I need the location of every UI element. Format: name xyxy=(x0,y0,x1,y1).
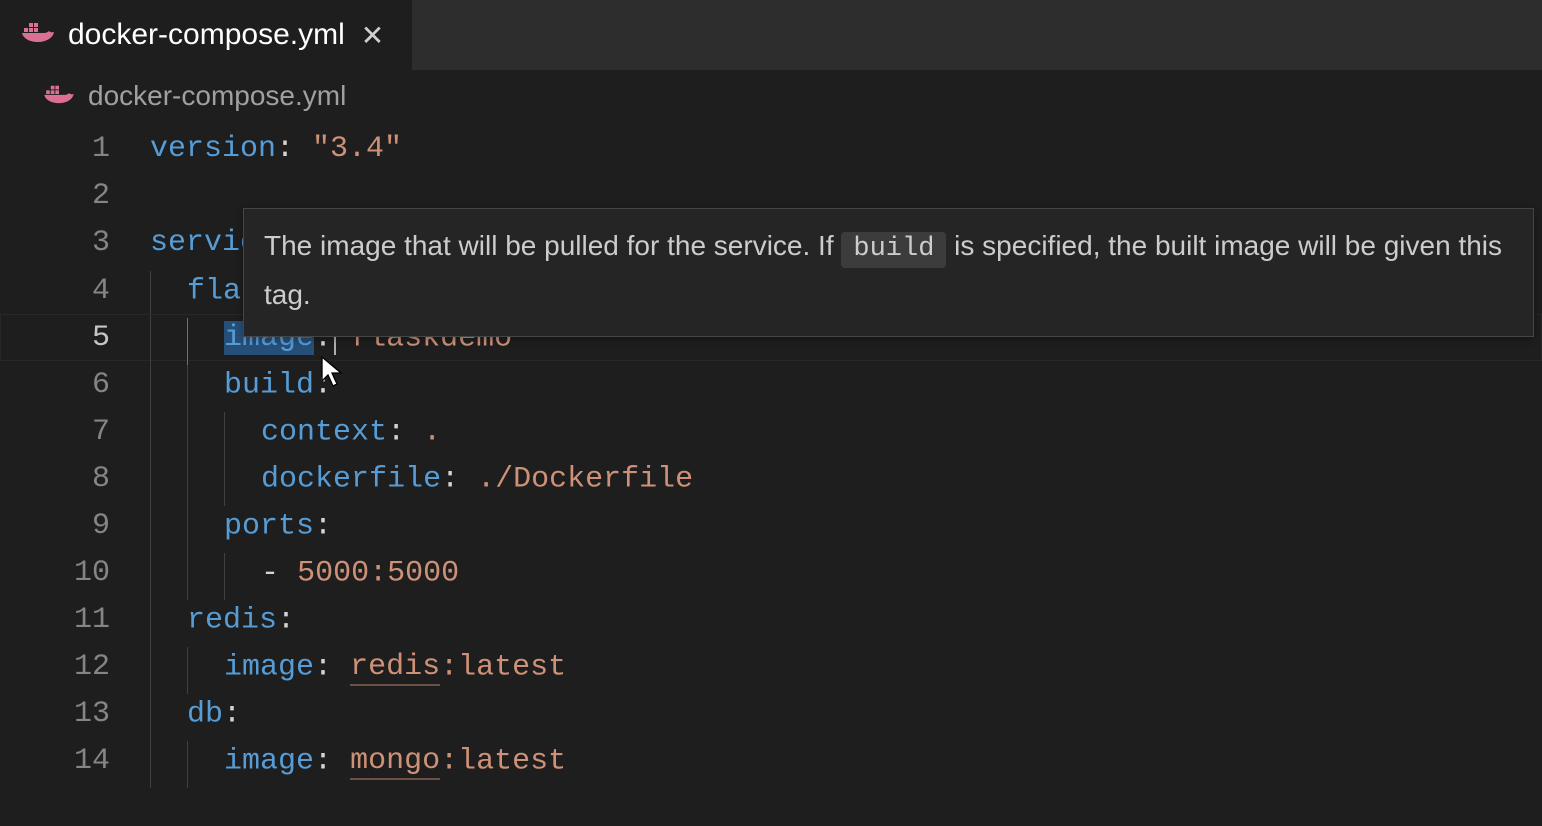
editor-tab[interactable]: docker-compose.yml ✕ xyxy=(0,0,412,70)
yaml-text: : xyxy=(314,744,350,778)
indent-guide xyxy=(224,459,226,506)
code-line[interactable]: 13 db: xyxy=(0,690,1542,737)
indent-guide xyxy=(150,271,152,318)
tab-bar: docker-compose.yml ✕ xyxy=(0,0,1542,70)
yaml-value: "3.4" xyxy=(312,132,402,166)
code-content[interactable]: db: xyxy=(150,690,241,738)
code-editor[interactable]: 1version: "3.4"23services:4 flaskdemo:5 … xyxy=(0,126,1542,784)
breadcrumb[interactable]: docker-compose.yml xyxy=(0,70,1542,126)
docker-icon xyxy=(44,80,74,112)
line-number: 9 xyxy=(0,503,150,550)
code-content[interactable]: redis: xyxy=(150,596,295,644)
indent-guide xyxy=(187,365,189,412)
docker-icon xyxy=(22,18,54,52)
yaml-text: : xyxy=(441,462,477,496)
tab-close-icon[interactable]: ✕ xyxy=(359,19,386,52)
line-number: 5 xyxy=(0,315,150,362)
code-content[interactable]: build: xyxy=(150,361,332,409)
indent-guide xyxy=(187,741,189,788)
indent-guide xyxy=(187,647,189,694)
line-number: 4 xyxy=(0,268,150,315)
indent-guide xyxy=(150,459,152,506)
line-number: 14 xyxy=(0,738,150,785)
indent-guide xyxy=(150,647,152,694)
indent-guide xyxy=(150,506,152,553)
line-number: 3 xyxy=(0,220,150,267)
indent-guide xyxy=(150,365,152,412)
code-line[interactable]: 10 - 5000:5000 xyxy=(0,549,1542,596)
indent-guide xyxy=(150,318,152,365)
yaml-value: redis xyxy=(350,650,440,686)
yaml-text: : xyxy=(314,650,350,684)
yaml-value: mongo xyxy=(350,744,440,780)
code-line[interactable]: 11 redis: xyxy=(0,596,1542,643)
breadcrumb-filename: docker-compose.yml xyxy=(88,80,346,112)
tab-title: docker-compose.yml xyxy=(68,18,345,52)
line-number: 12 xyxy=(0,644,150,691)
code-line[interactable]: 9 ports: xyxy=(0,502,1542,549)
code-content[interactable]: image: redis:latest xyxy=(150,643,566,691)
indent-guide xyxy=(150,600,152,647)
yaml-key: version xyxy=(150,132,276,166)
indent-guide xyxy=(187,553,189,600)
line-number: 13 xyxy=(0,691,150,738)
code-line[interactable]: 7 context: . xyxy=(0,408,1542,455)
yaml-text: : xyxy=(277,603,295,637)
indent-guide xyxy=(224,553,226,600)
code-line[interactable]: 14 image: mongo:latest xyxy=(0,737,1542,784)
yaml-key: context xyxy=(261,415,387,449)
indent-guide xyxy=(187,506,189,553)
code-line[interactable]: 1version: "3.4" xyxy=(0,126,1542,173)
hover-code-word: build xyxy=(841,232,946,268)
line-number: 8 xyxy=(0,456,150,503)
line-number: 10 xyxy=(0,550,150,597)
code-content[interactable]: ports: xyxy=(150,502,332,550)
yaml-key: image xyxy=(224,744,314,778)
yaml-value: :latest xyxy=(440,744,566,778)
indent-guide xyxy=(150,553,152,600)
code-line[interactable]: 8 dockerfile: ./Dockerfile xyxy=(0,455,1542,502)
yaml-key: build xyxy=(224,368,314,402)
yaml-text: : xyxy=(314,509,332,543)
line-number: 6 xyxy=(0,362,150,409)
indent-guide xyxy=(224,412,226,459)
yaml-key: image xyxy=(224,650,314,684)
code-content[interactable]: image: mongo:latest xyxy=(150,737,566,785)
yaml-value: 5000:5000 xyxy=(297,556,459,590)
hover-tooltip: The image that will be pulled for the se… xyxy=(243,208,1534,337)
code-content[interactable]: context: . xyxy=(150,408,441,456)
yaml-value: . xyxy=(423,415,441,449)
line-number: 11 xyxy=(0,597,150,644)
yaml-key: dockerfile xyxy=(261,462,441,496)
yaml-key: db xyxy=(187,697,223,731)
indent-guide xyxy=(187,459,189,506)
code-line[interactable]: 12 image: redis:latest xyxy=(0,643,1542,690)
indent-guide xyxy=(187,412,189,459)
yaml-text: : xyxy=(314,368,332,402)
line-number: 7 xyxy=(0,409,150,456)
yaml-text: - xyxy=(261,556,297,590)
code-content[interactable]: version: "3.4" xyxy=(150,126,402,173)
indent-guide xyxy=(150,741,152,788)
yaml-key: ports xyxy=(224,509,314,543)
indent-guide xyxy=(150,412,152,459)
yaml-value: :latest xyxy=(440,650,566,684)
hover-text: The image that will be pulled for the se… xyxy=(264,230,841,261)
yaml-text: : xyxy=(276,132,312,166)
line-number: 2 xyxy=(0,173,150,220)
line-number: 1 xyxy=(0,126,150,173)
yaml-value: ./Dockerfile xyxy=(477,462,693,496)
yaml-text: : xyxy=(223,697,241,731)
indent-guide xyxy=(150,694,152,741)
yaml-key: redis xyxy=(187,603,277,637)
code-content[interactable]: - 5000:5000 xyxy=(150,549,459,597)
yaml-text: : xyxy=(387,415,423,449)
code-content[interactable]: dockerfile: ./Dockerfile xyxy=(150,455,693,503)
code-line[interactable]: 6 build: xyxy=(0,361,1542,408)
indent-guide xyxy=(187,318,189,365)
